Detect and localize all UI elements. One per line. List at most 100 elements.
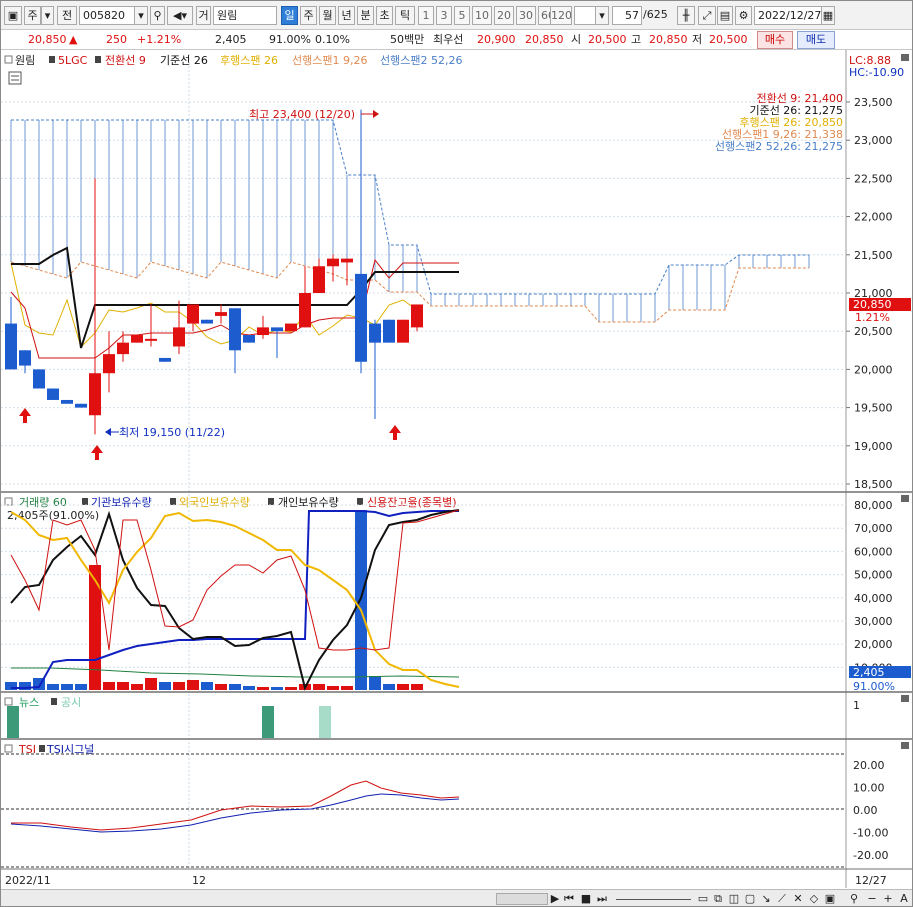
tsi-panel-close-icon[interactable] [901,742,909,749]
news-marker[interactable] [7,706,19,738]
volume: 2,405 [215,33,247,46]
volume-bar [61,684,73,690]
zoom-slider[interactable] [616,899,691,900]
minute-120-button[interactable]: 120 [550,6,572,25]
minute-5-button[interactable]: 5 [454,6,470,25]
price-panel-close-icon[interactable] [901,54,909,61]
trend-icon[interactable]: ↘ [759,892,773,906]
chart-area[interactable]: 최고 23,400 (12/20) 최저 19,150 (11/22) 원림 5… [1,50,912,888]
candle-body [271,327,283,332]
date-input[interactable]: 2022/12/27 [754,6,822,25]
minute-20-button[interactable]: 20 [494,6,514,25]
volume-tag-text: 2,405 [853,666,885,679]
y-tick-label: 19,500 [854,402,893,415]
first-icon[interactable]: ⏮ [562,892,576,906]
stop-icon[interactable]: ■ [579,892,593,906]
period-minute-button[interactable]: 분 [357,6,374,25]
period-second-button[interactable]: 초 [376,6,393,25]
split-icon[interactable]: ◫ [727,892,741,906]
news-marker[interactable] [262,706,274,738]
best-bid: 20,850 [525,33,564,46]
zoom-out-icon[interactable]: − [865,892,879,906]
volume-panel-close-icon[interactable] [901,495,909,502]
zoom-search-icon[interactable]: ⚲ [847,892,861,906]
count-input[interactable]: 57 [612,6,642,25]
scroll-right-icon[interactable]: ▶ [548,892,562,906]
candle-body [75,403,87,408]
volume-bar [47,684,59,690]
shape-icon[interactable]: ◇ [807,892,821,906]
volume-bar [173,682,185,690]
chart-window: ▣ 주 ▾ 전 005820 ▾ ⚲ ◀▾ 거 원림 일 주 월 년 분 초 틱… [0,0,913,907]
candle-body [117,342,129,355]
y-tick-label: 10.00 [853,782,885,795]
volume-bar [271,687,283,690]
stock-code-input[interactable]: 005820 [79,6,135,25]
search-icon[interactable]: ⚲ [150,6,165,25]
sound-icon[interactable]: ◀▾ [167,6,193,25]
current-price-tag-text: 20,850 [853,298,892,311]
period-month-button[interactable]: 월 [319,6,336,25]
candle-icon[interactable]: ╫ [677,6,695,25]
crop-icon[interactable]: ▣ [823,892,837,906]
volume-bar [397,684,409,690]
open-label: 시 [571,33,582,46]
candle-body [159,357,171,362]
custom-period-dropdown-icon[interactable]: ▾ [595,6,609,25]
y-tick-label: 40,000 [854,592,893,605]
minute-30-button[interactable]: 30 [516,6,536,25]
buy-button[interactable]: 매수 [757,31,793,49]
table-icon[interactable] [8,71,22,85]
zoom-in-icon[interactable]: + [881,892,895,906]
low-price: 20,500 [709,33,748,46]
candle-body [229,308,241,351]
sell-button[interactable]: 매도 [797,31,835,49]
layout-icon[interactable]: ▭ [696,892,710,906]
line-tool-icon[interactable]: ⟋ [775,892,789,906]
calendar-icon[interactable]: ▦ [821,6,835,25]
minute-10-button[interactable]: 10 [472,6,492,25]
period-week-button[interactable]: 주 [300,6,317,25]
last-icon[interactable]: ⏭ [595,892,609,906]
scrollbar-track[interactable] [496,893,548,905]
copy-icon[interactable]: ⧉ [711,892,725,906]
volume-bar [89,565,101,690]
value-leading2: 선행스팬2 52,26: 21,275 [715,140,843,153]
volume-bar [229,684,241,690]
code-dropdown-icon[interactable]: ▾ [134,6,148,25]
window-icon[interactable]: ▢ [743,892,757,906]
market-dropdown-icon[interactable]: ▾ [41,6,54,25]
volume-ratio: 91.00% [269,33,311,46]
turnover: 0.10% [315,33,350,46]
legend-volume: 거래량 60 [19,496,67,509]
prev-button[interactable]: 전 [57,6,77,25]
draw-tool-icon[interactable]: ⤢ [698,6,716,25]
window-menu-icon[interactable]: ▣ [4,6,22,25]
y-tick-label: 20,500 [854,325,893,338]
y-tick-label: 19,000 [854,440,893,453]
market-select[interactable]: 주 [24,6,41,25]
volume-bar [75,684,87,690]
candle-body [257,327,269,336]
news-panel-close-icon[interactable] [901,695,909,702]
period-year-button[interactable]: 년 [338,6,355,25]
period-day-button[interactable]: 일 [281,6,298,25]
minute-3-button[interactable]: 3 [436,6,452,25]
disclosure-marker[interactable] [319,706,331,738]
legend-leading1: 선행스팬1 9,26 [292,54,367,67]
font-size-icon[interactable]: A [897,892,911,906]
gear-icon[interactable]: ⚙ [735,6,752,25]
minute-1-button[interactable]: 1 [418,6,434,25]
period-tick-button[interactable]: 틱 [395,6,415,25]
x-label-start: 2022/11 [5,874,51,887]
volume-bar [369,676,381,690]
cross-tool-icon[interactable]: ✕ [791,892,805,906]
candle-body [173,327,185,347]
y-tick-label: 18,500 [854,478,893,491]
candle-body [103,354,115,374]
candle-body [383,319,395,343]
save-icon[interactable]: ▤ [717,6,733,25]
volume-pct-tag: 91.00% [853,680,895,693]
legend-foreign: 외국인보유수량 [179,496,250,509]
stock-name-field[interactable]: 원림 [213,6,277,25]
